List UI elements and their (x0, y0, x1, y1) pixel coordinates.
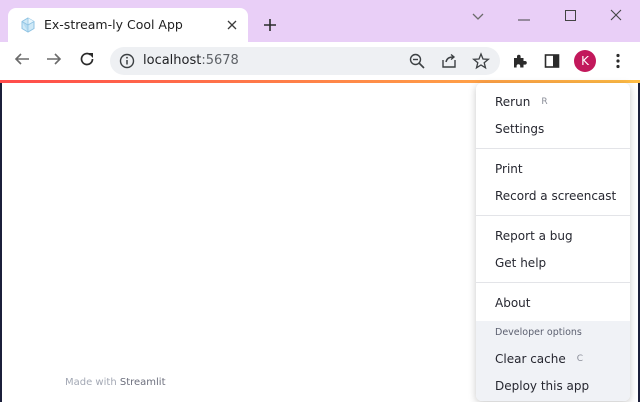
plus-icon (263, 17, 277, 36)
menu-item-clear-cache[interactable]: Clear cache C (476, 346, 630, 372)
tab-strip: Ex-stream-ly Cool App (0, 0, 640, 42)
menu-item-deploy-app[interactable]: Deploy this app (476, 373, 630, 399)
menu-item-label: Rerun (495, 95, 531, 109)
tab-title: Ex-stream-ly Cool App (44, 17, 183, 32)
url-port: :5678 (201, 53, 239, 68)
kebab-menu-icon[interactable] (608, 51, 628, 71)
menu-item-get-help[interactable]: Get help (476, 250, 630, 276)
shortcut-hint: C (576, 354, 584, 364)
url-host: localhost (143, 53, 202, 68)
star-icon[interactable] (472, 52, 490, 70)
address-bar[interactable]: localhost:5678 (110, 47, 500, 75)
forward-button[interactable] (41, 48, 67, 74)
browser-toolbar: localhost:5678 K (0, 42, 640, 80)
menu-item-label: Record a screencast (495, 189, 617, 203)
chevron-down-icon (472, 6, 484, 25)
url-text[interactable]: localhost:5678 (143, 53, 239, 68)
back-button[interactable] (9, 48, 35, 74)
menu-item-print[interactable]: Print (476, 156, 630, 182)
browser-tab[interactable]: Ex-stream-ly Cool App (8, 8, 248, 42)
menu-item-about[interactable]: About (476, 290, 630, 316)
new-tab-button[interactable] (258, 14, 282, 38)
menu-item-settings[interactable]: Settings (476, 116, 630, 142)
maximize-icon (564, 6, 576, 25)
maximize-button[interactable] (554, 4, 586, 26)
menu-item-label: Deploy this app (495, 379, 590, 393)
minimize-icon (518, 6, 530, 25)
developer-options-heading: Developer options (495, 327, 582, 338)
made-with-streamlit-footer: Made with Streamlit (65, 377, 166, 388)
menu-item-report-bug[interactable]: Report a bug (476, 223, 630, 249)
menu-item-label: Get help (495, 256, 547, 270)
close-window-button[interactable] (600, 4, 632, 26)
profile-initial: K (581, 54, 589, 68)
menu-item-label: About (495, 296, 531, 310)
minimize-button[interactable] (508, 4, 540, 26)
menu-divider (476, 215, 630, 216)
menu-item-label: Settings (495, 122, 545, 136)
streamlit-favicon-icon (20, 17, 36, 33)
menu-item-rerun[interactable]: Rerun R (476, 89, 630, 115)
menu-item-record-screencast[interactable]: Record a screencast (476, 183, 630, 209)
developer-options-section: Developer options Clear cache C Deploy t… (476, 321, 630, 401)
shortcut-hint: R (541, 97, 548, 107)
footer-prefix: Made with (65, 377, 120, 388)
share-icon[interactable] (440, 52, 458, 70)
arrow-right-icon (46, 51, 62, 71)
menu-divider (476, 282, 630, 283)
streamlit-link[interactable]: Streamlit (120, 377, 166, 388)
reload-button[interactable] (74, 48, 100, 74)
arrow-left-icon (14, 51, 30, 71)
zoom-out-icon[interactable] (408, 52, 426, 70)
menu-item-label: Report a bug (495, 229, 573, 243)
menu-item-label: Print (495, 162, 523, 176)
reload-icon (79, 51, 95, 71)
close-icon (610, 6, 622, 25)
profile-avatar[interactable]: K (574, 50, 596, 72)
side-panel-icon[interactable] (542, 51, 562, 71)
window-edge-left (0, 83, 2, 402)
main-menu-dropdown: Rerun R Settings Print Record a screenca… (476, 83, 630, 401)
close-icon[interactable] (222, 15, 242, 35)
menu-divider (476, 148, 630, 149)
puzzle-icon[interactable] (510, 51, 530, 71)
info-icon[interactable] (118, 52, 136, 70)
menu-item-label: Clear cache (495, 352, 566, 366)
tab-search-button[interactable] (462, 4, 494, 26)
